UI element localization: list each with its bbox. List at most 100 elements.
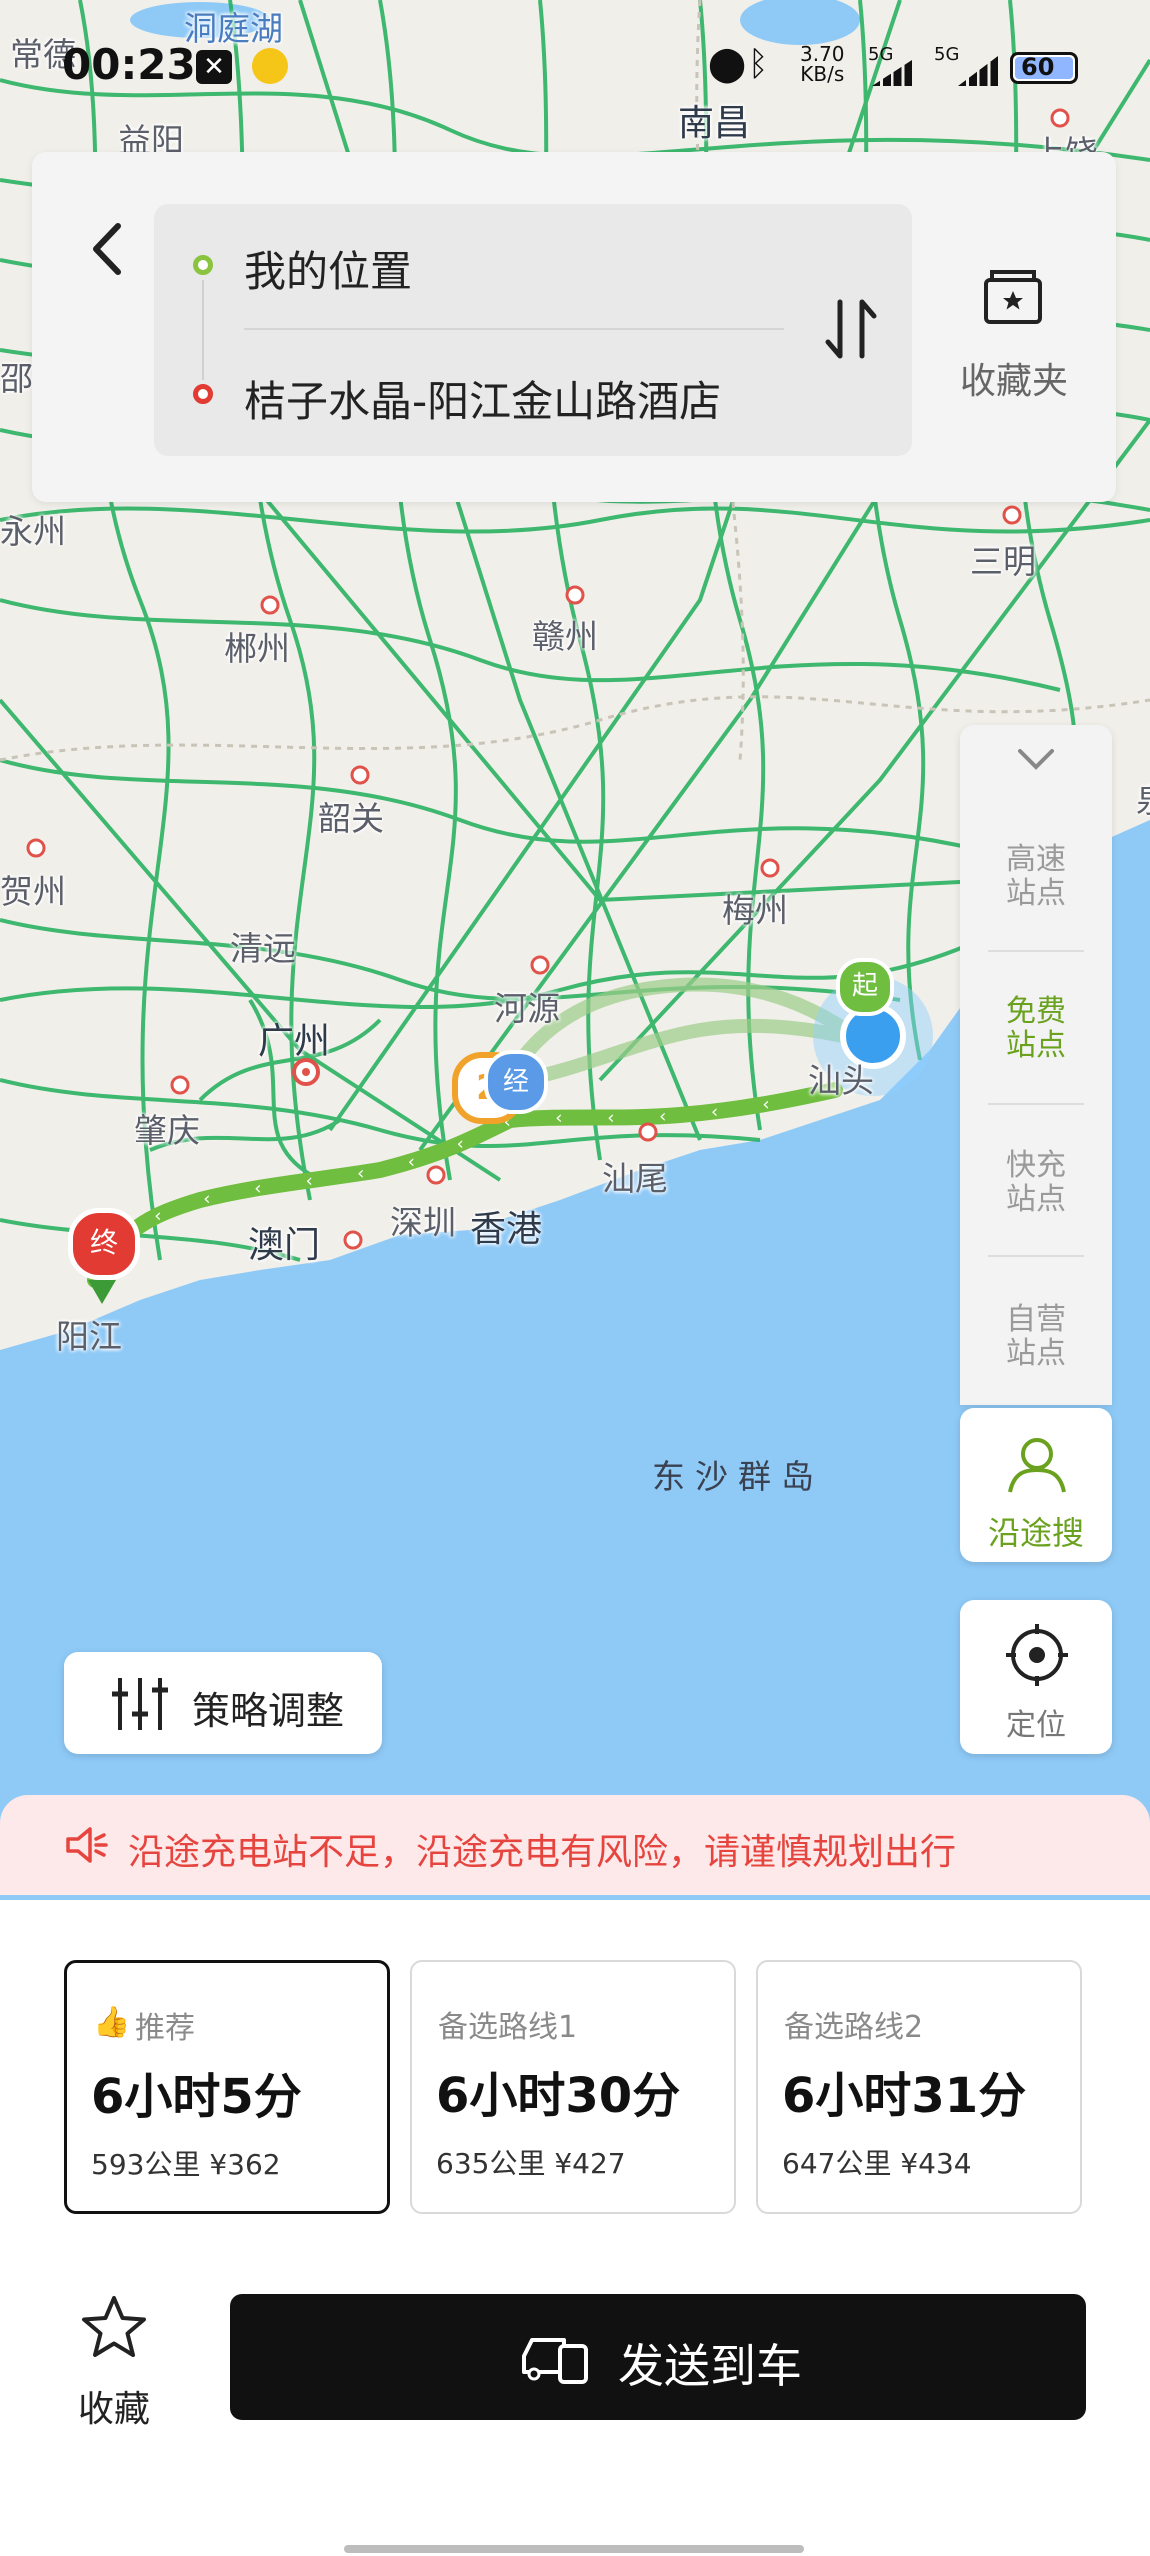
divider xyxy=(988,1255,1084,1257)
map-label-guangzhou: 广州 xyxy=(258,1021,331,1062)
route-option-tag: 备选路线1 xyxy=(438,2010,578,2045)
thumbs-up-icon: 👍 xyxy=(93,2005,131,2040)
map-label-dongsha-islands: 东沙群岛 xyxy=(652,1457,824,1496)
map-label-hezhou: 贺州 xyxy=(0,872,66,911)
app-notification-icon: ✕ xyxy=(196,50,232,84)
filter-own-stations[interactable]: 自营站点 xyxy=(960,1303,1112,1371)
route-option-distance: 635公里 xyxy=(436,2147,546,2180)
via-marker[interactable]: 经 xyxy=(484,1050,548,1114)
net-speed-unit: KB/s xyxy=(800,62,845,86)
divider xyxy=(988,950,1084,952)
map-label-shantou: 汕头 xyxy=(808,1061,874,1100)
filter-highway-stations[interactable]: 高速站点 xyxy=(960,843,1112,911)
filter-free-stations[interactable]: 免费站点 xyxy=(960,995,1112,1063)
route-option-time: 6小时31分 xyxy=(782,2068,1027,2124)
filter-fast-label: 快充站点 xyxy=(1006,1148,1066,1217)
sliders-icon xyxy=(112,1678,168,1730)
filter-own-label: 自营站点 xyxy=(1006,1302,1066,1371)
collapse-chevron-icon[interactable] xyxy=(1016,747,1056,771)
destination-dot-icon xyxy=(193,384,213,404)
map-label-shenzhen: 深圳 xyxy=(390,1203,456,1242)
map-label-sanming: 三明 xyxy=(970,542,1036,581)
route-direction-chevron: ‹ xyxy=(203,1188,210,1209)
swap-route-button[interactable] xyxy=(816,298,886,362)
route-direction-chevron: ‹ xyxy=(607,1107,614,1128)
route-option-price: ¥427 xyxy=(554,2147,626,2180)
home-indicator[interactable] xyxy=(344,2545,804,2553)
route-option-recommended[interactable]: 👍 推荐 6小时5分 593公里 ¥362 xyxy=(64,1960,390,2214)
charging-warning-banner: 沿途充电站不足，沿途充电有风险，请谨慎规划出行 xyxy=(0,1795,1150,1895)
map-label-shanwei: 汕尾 xyxy=(602,1159,668,1198)
network-speed: 3.70 KB/s xyxy=(800,44,845,84)
filter-free-label: 免费站点 xyxy=(1006,994,1066,1063)
route-direction-chevron: ‹ xyxy=(357,1163,364,1184)
station-filter-panel: 高速站点 免费站点 快充站点 自营站点 xyxy=(960,725,1112,1405)
bluetooth-icon: ᛒ xyxy=(748,44,769,84)
signal-bars-icon-2 xyxy=(958,56,998,86)
map-label-yangjiang: 阳江 xyxy=(56,1317,122,1356)
speaker-icon xyxy=(66,1827,108,1863)
map-label-hongkong: 香港 xyxy=(470,1209,543,1250)
app-notification-icon-2 xyxy=(252,48,288,84)
end-marker[interactable]: 终 xyxy=(68,1208,140,1280)
locate-button[interactable]: 定位 xyxy=(960,1600,1112,1754)
route-option-price: ¥434 xyxy=(900,2147,972,2180)
destination-field[interactable]: 桔子水晶-阳江金山路酒店 xyxy=(244,368,722,429)
location-icon: ⬤ xyxy=(708,44,747,84)
locate-label: 定位 xyxy=(1006,1708,1066,1743)
route-option-time: 6小时30分 xyxy=(436,2068,681,2124)
route-direction-chevron: ‹ xyxy=(659,1106,666,1127)
map-label-yongzhou: 永州 xyxy=(0,512,66,551)
map-label-ganzhou: 赣州 xyxy=(532,617,598,656)
along-route-search-label: 沿途搜 xyxy=(987,1514,1084,1552)
send-to-car-button[interactable]: 发送到车 xyxy=(230,2294,1086,2420)
favorites-folder-label: 收藏夹 xyxy=(960,361,1069,402)
route-option-alt-1[interactable]: 备选路线1 6小时30分 635公里 ¥427 xyxy=(410,1960,736,2214)
status-bar: 00:23 ✕ ⬤ ᛒ 3.70 KB/s 5G 5G 60 xyxy=(0,0,1150,135)
route-option-tag: 推荐 xyxy=(135,2011,195,2046)
route-option-distance: 593公里 xyxy=(91,2148,201,2181)
favorite-label: 收藏 xyxy=(78,2389,151,2430)
charging-warning-text: 沿途充电站不足，沿途充电有风险，请谨慎规划出行 xyxy=(128,1832,957,1873)
route-direction-chevron: ‹ xyxy=(154,1205,161,1226)
map-label-shao: 邵 xyxy=(0,359,33,398)
map-label-heyuan: 河源 xyxy=(494,989,560,1028)
battery-icon: 60 xyxy=(1010,52,1078,84)
map-label-qingyuan: 清远 xyxy=(230,929,296,968)
route-direction-chevron: ‹ xyxy=(408,1151,415,1172)
origin-field[interactable]: 我的位置 xyxy=(244,238,784,299)
route-connector xyxy=(202,280,204,380)
signal-5g-1: 5G xyxy=(868,44,894,65)
route-direction-chevron: ‹ xyxy=(555,1108,562,1129)
signal-5g-2: 5G xyxy=(934,44,960,65)
route-direction-chevron: ‹ xyxy=(457,1134,464,1155)
send-to-car-label: 发送到车 xyxy=(618,2339,802,2393)
filter-fast-charge-stations[interactable]: 快充站点 xyxy=(960,1149,1112,1217)
back-button[interactable] xyxy=(78,214,138,284)
folder-star-icon xyxy=(984,270,1042,324)
crosshair-icon xyxy=(1006,1624,1068,1686)
origin-dot-icon xyxy=(193,255,213,275)
route-option-alt-2[interactable]: 备选路线2 6小时31分 647公里 ¥434 xyxy=(756,1960,1082,2214)
map-label-chenzhou: 郴州 xyxy=(224,629,290,668)
along-route-search-button[interactable]: 沿途搜 xyxy=(960,1408,1112,1562)
map-label-macau: 澳门 xyxy=(248,1225,321,1266)
star-icon xyxy=(82,2296,146,2357)
map-label-meizhou: 梅州 xyxy=(722,891,788,930)
strategy-adjust-button[interactable]: 策略调整 xyxy=(64,1652,382,1754)
start-marker[interactable]: 起 xyxy=(836,958,894,1016)
route-direction-chevron: ‹ xyxy=(306,1170,313,1191)
car-phone-icon xyxy=(522,2338,588,2384)
back-arrow-icon xyxy=(93,223,121,275)
status-time: 00:23 xyxy=(62,40,196,89)
battery-level: 60 xyxy=(1021,53,1055,81)
field-divider xyxy=(244,328,784,330)
route-direction-chevron: ‹ xyxy=(762,1094,769,1115)
person-search-icon xyxy=(1008,1438,1066,1493)
map-label-zhaoqing: 肇庆 xyxy=(134,1111,200,1150)
swap-icon xyxy=(825,299,877,359)
start-marker-label: 起 xyxy=(851,971,878,1001)
route-option-price: ¥362 xyxy=(209,2148,281,2181)
favorite-button[interactable]: 收藏 xyxy=(64,2294,164,2434)
route-option-tag: 备选路线2 xyxy=(784,2010,924,2045)
